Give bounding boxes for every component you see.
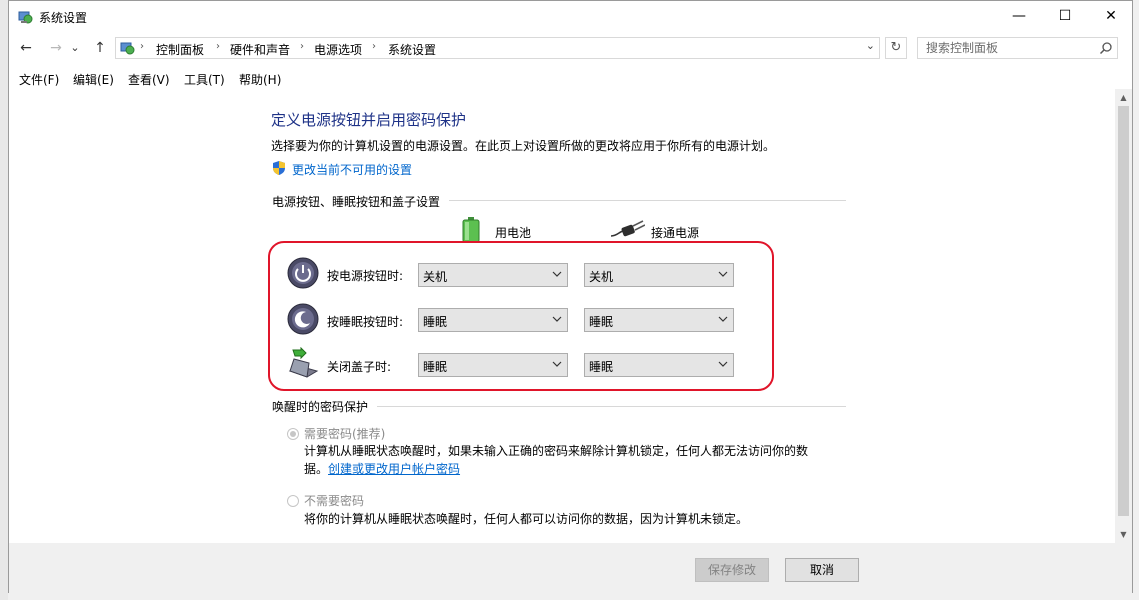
require-password-description: 计算机从睡眠状态唤醒时，如果未输入正确的密码来解除计算机锁定，任何人都无法访问你… — [304, 442, 824, 478]
battery-icon — [462, 217, 480, 243]
section-divider — [449, 200, 846, 201]
breadcrumb-control-panel[interactable]: 控制面板 — [156, 41, 204, 58]
change-unavailable-settings-link[interactable]: 更改当前不可用的设置 — [292, 161, 412, 178]
require-password-label[interactable]: 需要密码(推荐) — [304, 425, 385, 442]
no-password-label[interactable]: 不需要密码 — [304, 492, 364, 509]
search-icon — [1099, 42, 1112, 55]
breadcrumb-separator: › — [140, 41, 144, 52]
uac-shield-icon — [273, 161, 285, 175]
breadcrumb-separator: › — [300, 41, 304, 52]
breadcrumb-system-settings[interactable]: 系统设置 — [388, 41, 436, 58]
breadcrumb-power-options[interactable]: 电源选项 — [314, 41, 362, 58]
menu-edit[interactable]: 编辑(E) — [73, 71, 114, 88]
page-description: 选择要为你的计算机设置的电源设置。在此页上对设置所做的更改将应用于你所有的电源计… — [271, 139, 776, 153]
page-heading: 定义电源按钮并启用密码保护 — [271, 111, 467, 129]
require-password-text: 计算机从睡眠状态唤醒时，如果未输入正确的密码来解除计算机锁定，任何人都无法访问你… — [304, 444, 809, 458]
search-box[interactable] — [917, 37, 1118, 59]
menu-help[interactable]: 帮助(H) — [239, 71, 281, 88]
highlight-annotation-box — [268, 241, 774, 391]
no-password-description: 将你的计算机从睡眠状态唤醒时，任何人都可以访问你的数据，因为计算机未锁定。 — [304, 512, 749, 526]
up-button[interactable]: ↑ — [89, 38, 111, 58]
no-password-radio[interactable] — [287, 495, 299, 507]
scroll-up-arrow-icon[interactable]: ▲ — [1115, 89, 1132, 106]
power-plug-icon — [611, 220, 645, 237]
menu-view[interactable]: 查看(V) — [128, 71, 170, 88]
minimize-button[interactable]: — — [996, 1, 1042, 31]
section-divider — [377, 406, 846, 407]
window-title: 系统设置 — [39, 11, 88, 25]
system-settings-window: 系统设置 — ☐ ✕ ← → ⌄ ↑ › 控制面板 › 硬件和声音 › 电源选项… — [8, 0, 1133, 593]
control-panel-location-icon — [120, 42, 135, 55]
power-buttons-section-title: 电源按钮、睡眠按钮和盖子设置 — [272, 195, 441, 209]
recent-locations-button[interactable]: ⌄ — [69, 38, 81, 58]
button-bar: 保存修改 取消 — [9, 543, 1132, 593]
plugged-in-column-header: 接通电源 — [651, 226, 700, 240]
close-button[interactable]: ✕ — [1088, 1, 1134, 31]
refresh-button[interactable]: ↻ — [885, 37, 907, 59]
create-change-password-link[interactable]: 创建或更改用户帐户密码 — [328, 462, 460, 476]
control-panel-icon — [18, 11, 33, 24]
maximize-button[interactable]: ☐ — [1042, 1, 1088, 31]
battery-column-header: 用电池 — [495, 226, 532, 240]
forward-button[interactable]: → — [45, 38, 67, 58]
save-changes-button[interactable]: 保存修改 — [695, 558, 769, 582]
breadcrumb-separator: › — [216, 41, 220, 52]
search-input[interactable] — [924, 40, 1088, 56]
main-content: 定义电源按钮并启用密码保护 选择要为你的计算机设置的电源设置。在此页上对设置所做… — [9, 89, 1115, 543]
require-password-text-cont: 据。 — [304, 462, 329, 476]
breadcrumb-separator: › — [372, 41, 376, 52]
navigation-bar: ← → ⌄ ↑ › 控制面板 › 硬件和声音 › 电源选项 › 系统设置 ⌄ ↻ — [9, 33, 1132, 63]
address-dropdown-icon[interactable]: ⌄ — [866, 39, 875, 52]
background-desktop-strip — [0, 0, 8, 600]
address-bar[interactable]: › 控制面板 › 硬件和声音 › 电源选项 › 系统设置 ⌄ — [115, 37, 880, 59]
wake-password-section-title: 唤醒时的密码保护 — [272, 400, 369, 414]
scroll-down-arrow-icon[interactable]: ▼ — [1115, 526, 1132, 543]
menu-bar: 文件(F) 编辑(E) 查看(V) 工具(T) 帮助(H) — [9, 67, 1132, 89]
breadcrumb-hardware-sound[interactable]: 硬件和声音 — [230, 41, 290, 58]
scroll-thumb[interactable] — [1118, 106, 1129, 516]
back-button[interactable]: ← — [15, 38, 37, 58]
title-bar: 系统设置 — ☐ ✕ — [9, 1, 1132, 33]
vertical-scrollbar[interactable]: ▲ ▼ — [1115, 89, 1132, 543]
require-password-radio[interactable] — [287, 428, 299, 440]
menu-file[interactable]: 文件(F) — [19, 71, 59, 88]
cancel-button[interactable]: 取消 — [785, 558, 859, 582]
menu-tools[interactable]: 工具(T) — [184, 71, 225, 88]
